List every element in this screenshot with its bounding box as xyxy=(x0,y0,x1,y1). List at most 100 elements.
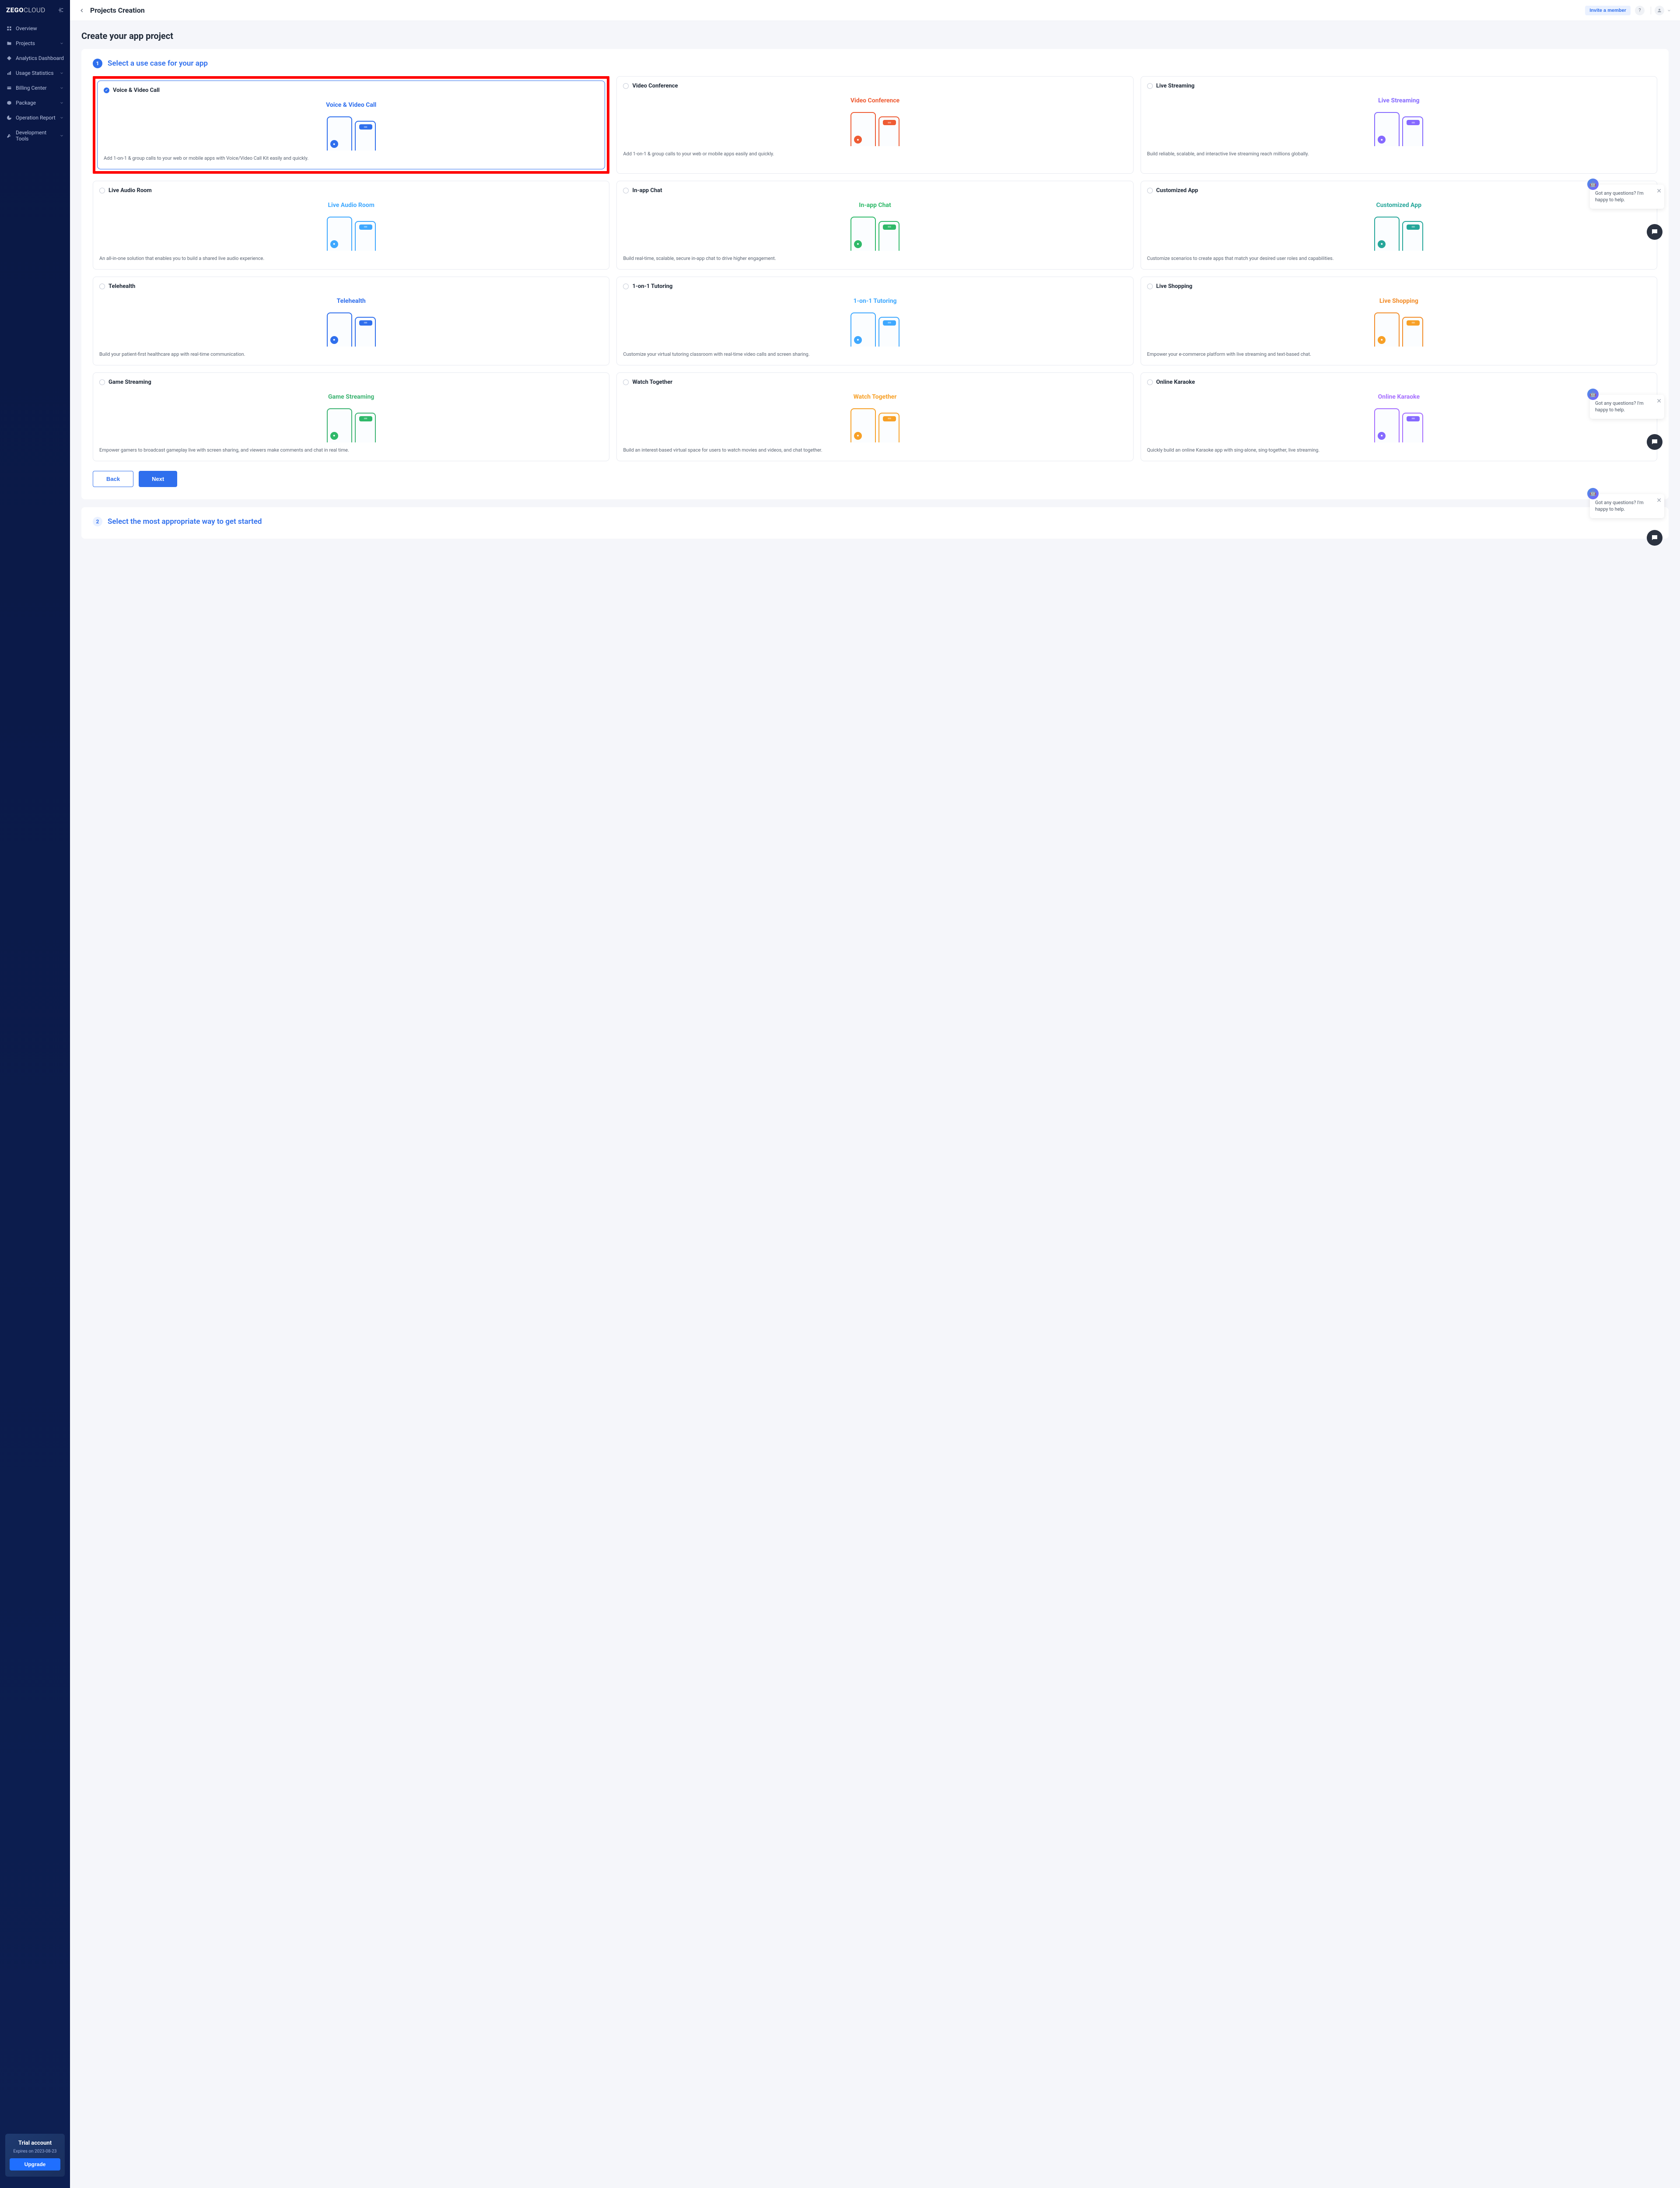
wrench-icon xyxy=(6,133,12,139)
sidebar-item-operation-report[interactable]: Operation Report xyxy=(0,110,70,125)
sidebar-item-package[interactable]: Package xyxy=(0,95,70,110)
trial-title: Trial account xyxy=(10,2140,60,2146)
usecase-card-live-audio-room[interactable]: Live Audio RoomLive Audio Room●ıııııAn a… xyxy=(93,181,609,270)
radio-icon xyxy=(623,284,629,289)
card-icon xyxy=(6,85,12,91)
chevron-down-icon xyxy=(60,41,64,46)
next-step-button[interactable]: Next xyxy=(139,471,177,487)
radio-icon xyxy=(623,188,629,193)
usecase-card-customized-app[interactable]: Customized AppCustomized App●ııııı Custom… xyxy=(1141,181,1657,270)
usecase-description: Customize scenarios to create apps that … xyxy=(1147,255,1651,262)
usecase-card-1on1-tutoring[interactable]: 1-on-1 Tutoring1-on-1 Tutoring●ıııııCust… xyxy=(616,277,1133,365)
header: Projects Creation Invite a member ? xyxy=(70,0,1680,21)
usecase-card-telehealth[interactable]: TelehealthTelehealth●ıııııBuild your pat… xyxy=(93,277,609,365)
usecase-illustration: Video Conference●ııııı xyxy=(623,94,1127,146)
usecase-card-online-karaoke[interactable]: Online Karaoke Online Karaoke●ııııı Quickl… xyxy=(1141,372,1657,461)
chat-avatar-icon: 🤖 xyxy=(1587,389,1599,400)
step-1-title: Select a use case for your app xyxy=(108,59,208,68)
user-menu[interactable] xyxy=(1655,6,1671,15)
brand-logo: ZEGOCLOUD xyxy=(6,6,46,14)
chat-popup-3: 🤖 ✕ Got any questions? I'm happy to help… xyxy=(1590,494,1664,518)
illus-title: Telehealth xyxy=(337,298,366,305)
upgrade-button[interactable]: Upgrade xyxy=(10,2158,60,2170)
folder-icon xyxy=(6,40,12,46)
usecase-name: In-app Chat xyxy=(632,187,662,194)
illus-title: Watch Together xyxy=(854,393,897,400)
usecase-illustration: Voice & Video Call●ııııı xyxy=(104,98,598,151)
usecase-card-live-streaming[interactable]: Live StreamingLive Streaming●ıııııBuild … xyxy=(1141,76,1657,174)
radio-icon xyxy=(1147,83,1153,89)
illus-title: Live Shopping xyxy=(1379,298,1418,305)
sidebar-item-overview[interactable]: Overview xyxy=(0,21,70,36)
avatar-icon xyxy=(1655,6,1664,15)
illus-title: In-app Chat xyxy=(859,202,891,209)
usecase-illustration: Game Streaming●ııııı xyxy=(99,390,603,442)
usecase-card-voice-video-call[interactable]: Voice & Video CallVoice & Video Call●ııı… xyxy=(97,81,605,169)
back-button[interactable] xyxy=(79,7,85,14)
usecase-description: Add 1-on-1 & group calls to your web or … xyxy=(623,151,1127,158)
usecase-illustration: Live Shopping●ııııı xyxy=(1147,294,1651,347)
usecase-card-in-app-chat[interactable]: In-app ChatIn-app Chat●ıııııBuild real-t… xyxy=(616,181,1133,270)
usecase-name: 1-on-1 Tutoring xyxy=(632,283,672,290)
usecase-name: Live Shopping xyxy=(1156,283,1193,290)
illus-title: 1-on-1 Tutoring xyxy=(853,298,896,305)
usecase-name: Video Conference xyxy=(632,83,678,89)
usecase-description: Customize your virtual tutoring classroo… xyxy=(623,351,1127,358)
usecase-name: Live Streaming xyxy=(1156,83,1195,89)
sidebar-item-projects[interactable]: Projects xyxy=(0,36,70,51)
chat-message: Got any questions? I'm happy to help. xyxy=(1595,190,1644,203)
usecase-description: Quickly build an online Karaoke app with… xyxy=(1147,447,1651,454)
step-2-number: 2 xyxy=(93,517,102,526)
usecase-illustration: Live Streaming●ııııı xyxy=(1147,94,1651,146)
sidebar-item-usage-statistics[interactable]: Usage Statistics xyxy=(0,66,70,81)
radio-icon xyxy=(99,284,105,289)
usecase-name: Online Karaoke xyxy=(1156,379,1195,386)
chat-popup-1: 🤖 ✕ Got any questions? I'm happy to help… xyxy=(1590,185,1664,209)
usecase-name: Telehealth xyxy=(108,283,135,290)
chart-icon xyxy=(6,70,12,76)
chat-close-icon[interactable]: ✕ xyxy=(1656,397,1662,406)
chevron-down-icon xyxy=(60,71,64,75)
usecase-illustration: Telehealth●ııııı xyxy=(99,294,603,347)
chat-fab-3[interactable] xyxy=(1647,530,1662,546)
usecase-illustration: Customized App●ııııı xyxy=(1147,198,1651,251)
usecase-card-video-conference[interactable]: Video Conference Video Conference●ııııı Ad… xyxy=(616,76,1133,174)
usecase-card-game-streaming[interactable]: Game Streaming Game Streaming●ııııı Empowe… xyxy=(93,372,609,461)
usecase-description: Build an interest-based virtual space fo… xyxy=(623,447,1127,454)
radio-icon xyxy=(623,83,629,89)
chat-close-icon[interactable]: ✕ xyxy=(1656,187,1662,196)
help-icon[interactable]: ? xyxy=(1635,6,1645,15)
usecase-card-watch-together[interactable]: Watch TogetherWatch Together●ııııı Build … xyxy=(616,372,1133,461)
usecase-card-live-shopping[interactable]: Live ShoppingLive Shopping●ıııııEmpower … xyxy=(1141,277,1657,365)
chat-fab-2[interactable] xyxy=(1647,434,1662,450)
header-title: Projects Creation xyxy=(90,6,1585,14)
radio-icon xyxy=(99,379,105,385)
radio-icon xyxy=(1147,188,1153,193)
chat-avatar-icon: 🤖 xyxy=(1587,179,1599,190)
usecase-illustration: In-app Chat●ııııı xyxy=(623,198,1127,251)
chat-fab-1[interactable] xyxy=(1647,224,1662,240)
nav-label: Operation Report xyxy=(16,115,60,121)
trial-card: Trial account Expires on 2023-08-23 Upgr… xyxy=(5,2134,65,2177)
usecase-name: Game Streaming xyxy=(108,379,151,386)
usecase-illustration: Watch Together●ııııı xyxy=(623,390,1127,442)
nav-label: Usage Statistics xyxy=(16,70,60,76)
box-icon xyxy=(6,100,12,106)
usecase-illustration: Online Karaoke●ııııı xyxy=(1147,390,1651,442)
chat-close-icon[interactable]: ✕ xyxy=(1656,497,1662,505)
nav-label: Billing Center xyxy=(16,85,60,91)
invite-member-button[interactable]: Invite a member xyxy=(1585,6,1631,15)
back-step-button[interactable]: Back xyxy=(93,471,133,487)
radio-icon xyxy=(623,379,629,385)
chat-avatar-icon: 🤖 xyxy=(1587,488,1599,499)
sidebar-item-analytics-dashboard[interactable]: Analytics Dashboard xyxy=(0,51,70,66)
nav-label: Analytics Dashboard xyxy=(16,55,64,61)
sidebar-item-billing-center[interactable]: Billing Center xyxy=(0,81,70,95)
usecase-description: Empower gamers to broadcast gameplay liv… xyxy=(99,447,603,454)
chevron-down-icon xyxy=(60,133,64,138)
sidebar-item-development-tools[interactable]: Development Tools xyxy=(0,125,70,146)
collapse-sidebar-icon[interactable] xyxy=(58,7,64,13)
step-1-panel: 1 Select a use case for your app Voice &… xyxy=(81,49,1669,499)
illus-title: Voice & Video Call xyxy=(326,102,376,109)
illus-title: Customized App xyxy=(1376,202,1421,209)
